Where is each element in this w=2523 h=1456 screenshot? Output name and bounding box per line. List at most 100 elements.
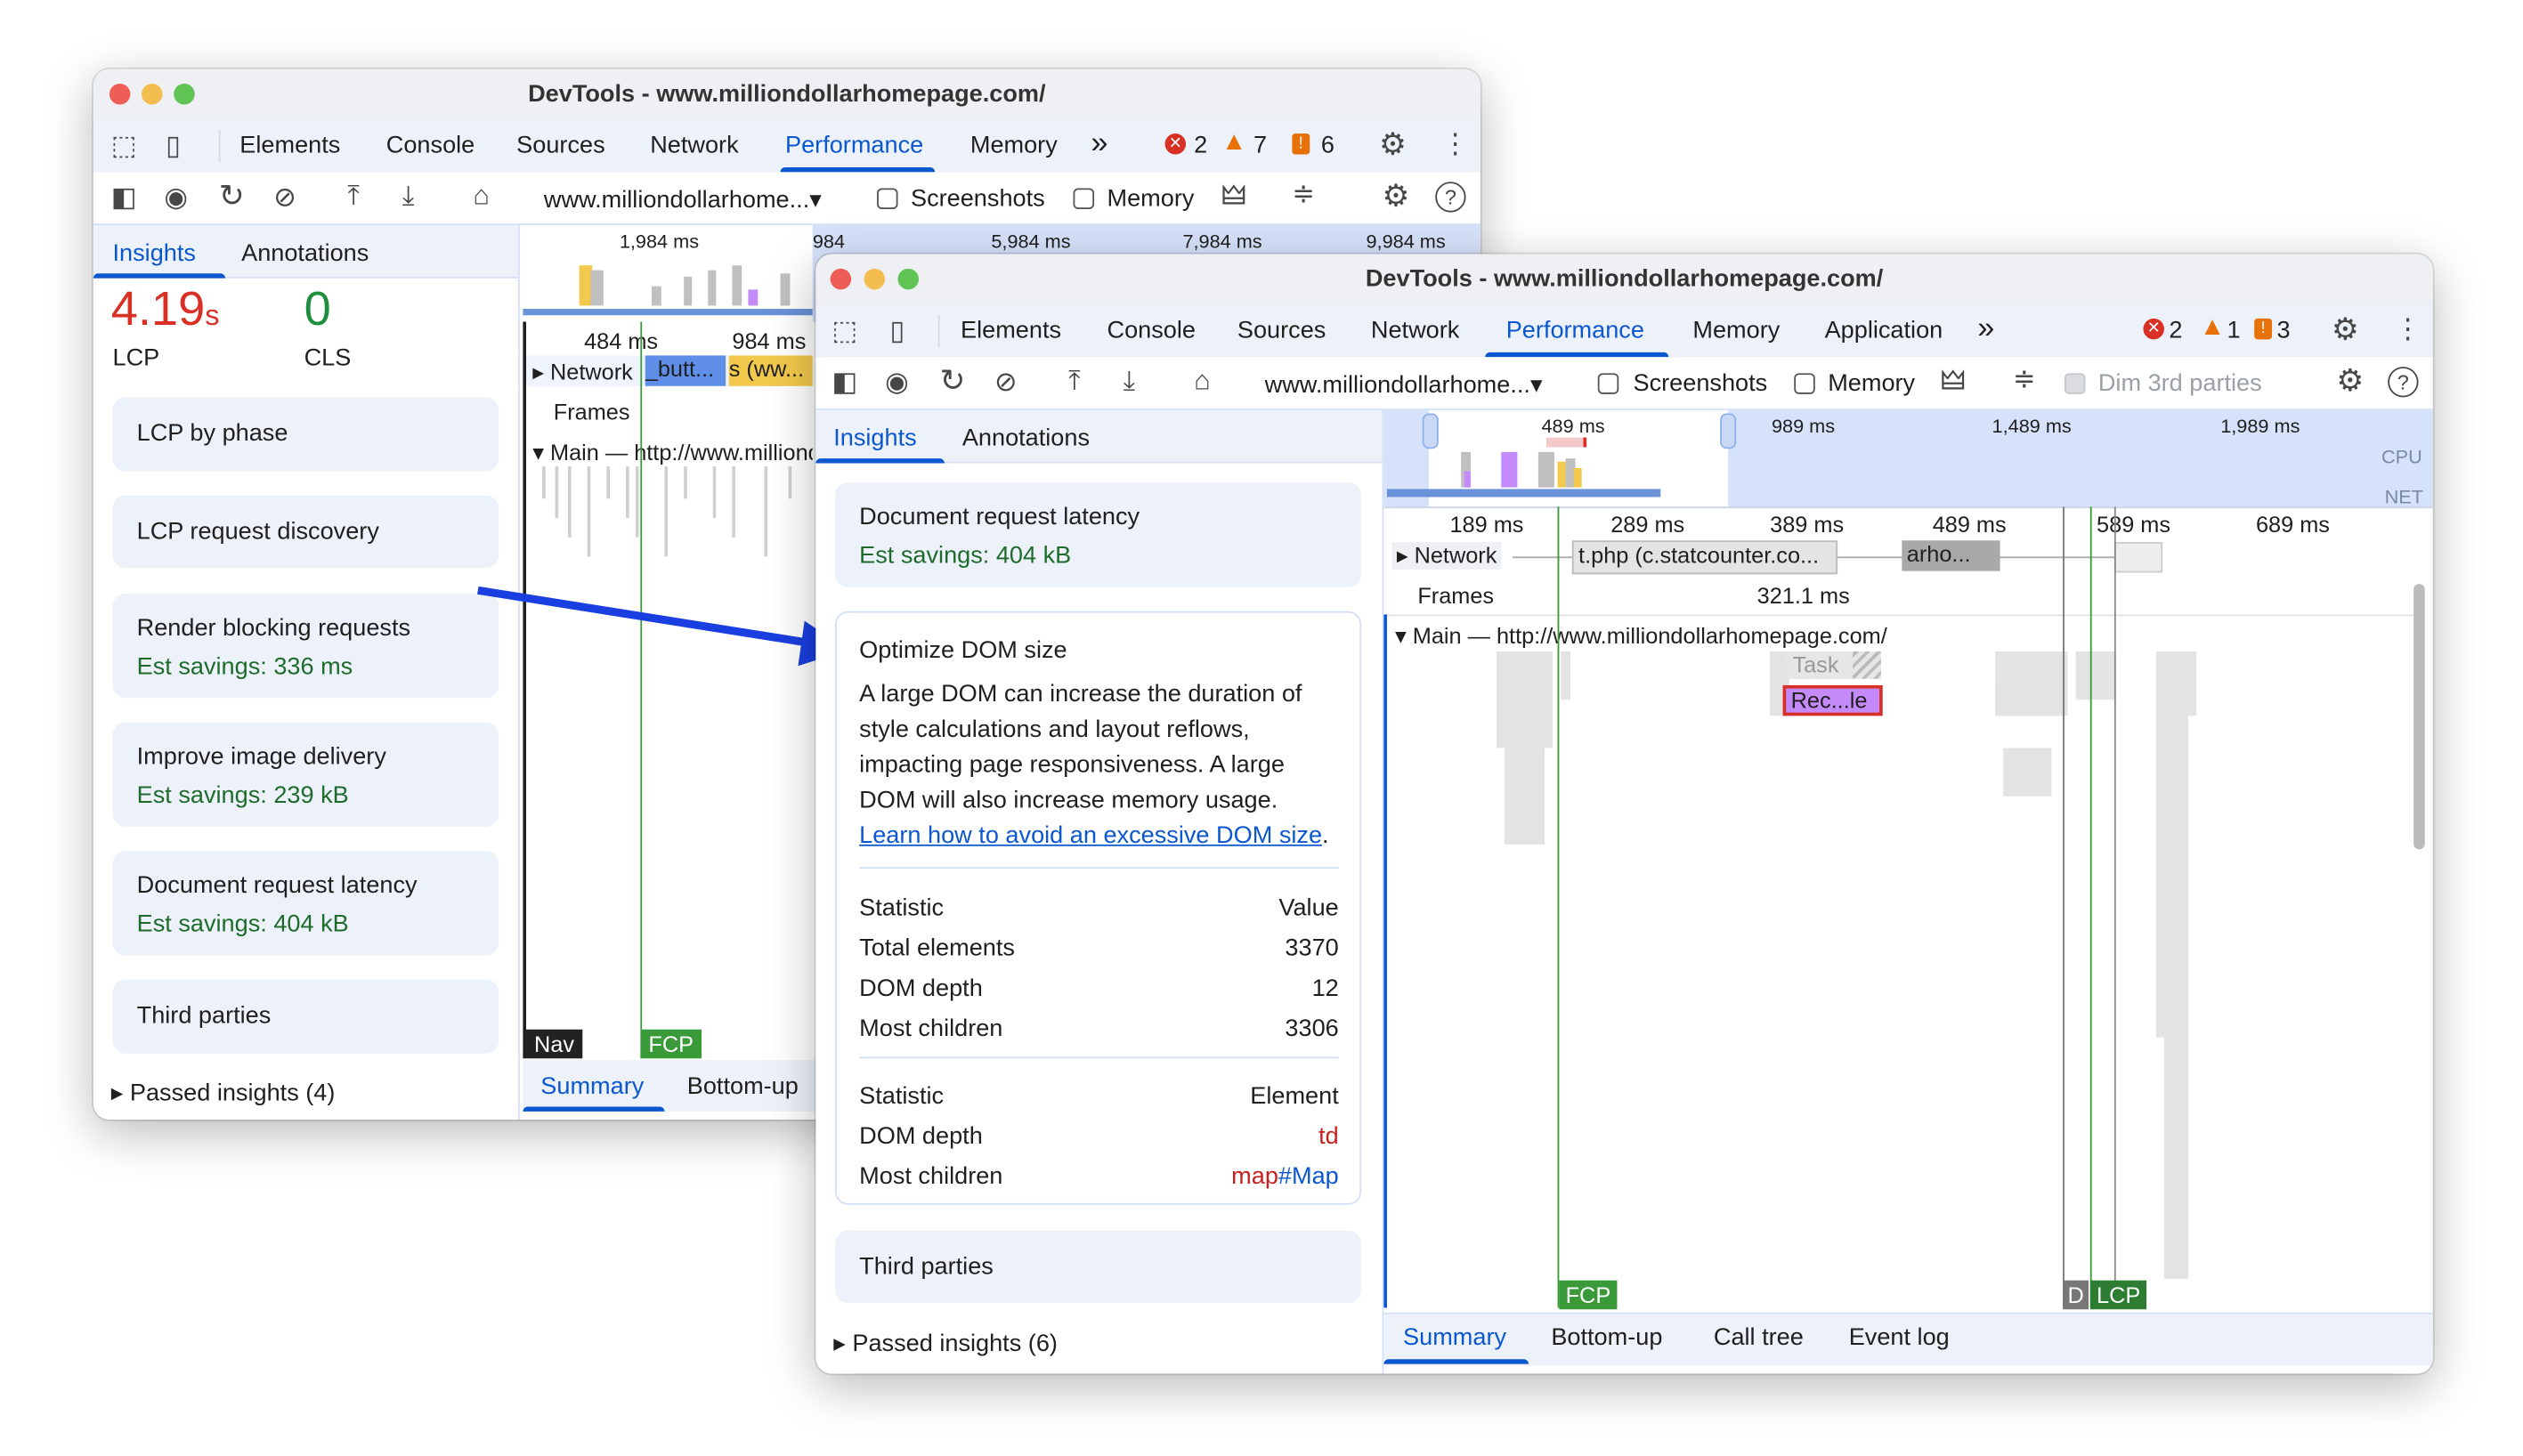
element-link[interactable]: map#Map (1231, 1157, 1339, 1197)
error-count[interactable]: 2 (2169, 317, 2182, 344)
bottom-tab-summary[interactable]: Summary (1403, 1323, 1506, 1351)
tab-application[interactable]: Application (1825, 317, 1943, 344)
activity-bar (2155, 716, 2189, 1038)
cursor-line (2113, 506, 2116, 1308)
ruler-tick: 689 ms (2255, 511, 2330, 538)
main-track-label[interactable]: ▾ Main — http://www.milliondollarhomepag… (1395, 622, 1887, 650)
divider (859, 867, 1339, 869)
error-icon: ✕ (2143, 318, 2164, 340)
reload-record-icon[interactable]: ↻ (940, 367, 966, 397)
column-header: Statistic (859, 894, 945, 922)
table-row: Most children map#Map (859, 1157, 1339, 1197)
fcp-line (1557, 506, 1560, 1308)
tab-elements[interactable]: Elements (961, 317, 1061, 344)
track-name: Network (1414, 542, 1497, 569)
divider (859, 1056, 1339, 1059)
frame-duration: 321.1 ms (1756, 582, 1850, 609)
tab-performance[interactable]: Performance (1506, 317, 1644, 344)
net-label: NET (2384, 485, 2423, 509)
lcp-marker[interactable]: LCP (2089, 1280, 2147, 1310)
issue-count[interactable]: 3 (2276, 317, 2290, 344)
cell: 3370 (1285, 934, 1339, 962)
memory-checkbox[interactable] (1794, 373, 1815, 394)
learn-more-link[interactable]: Learn how to avoid an excessive DOM size (859, 822, 1322, 850)
insight-third-parties[interactable]: Third parties (835, 1230, 1362, 1303)
dcl-marker[interactable]: D (2063, 1280, 2089, 1310)
cpu-activity-chart (1429, 442, 1728, 488)
task-event[interactable]: Task (1786, 651, 1881, 679)
device-toolbar-icon[interactable]: ▯ (889, 317, 905, 344)
insight-optimize-dom-size: Optimize DOM size A large DOM can increa… (835, 611, 1362, 1205)
clear-icon[interactable]: ⊘ (994, 368, 1018, 396)
settings-gear-icon[interactable]: ⚙ (2332, 315, 2359, 345)
recording-select[interactable]: www.milliondollarhome...▾ (1265, 370, 1543, 400)
column-header: Value (1278, 894, 1339, 922)
sidebar-tab-annotations[interactable]: Annotations (962, 425, 1090, 452)
garbage-collect-icon[interactable]: 🜲 (1941, 367, 1966, 394)
network-track-label[interactable]: ▸ Network (1391, 542, 1502, 570)
toggle-sidebar-icon[interactable]: ◧ (832, 368, 857, 396)
fcp-marker[interactable]: FCP (1559, 1280, 1618, 1310)
description-text: A large DOM can increase the duration of… (859, 680, 1302, 814)
divider (937, 315, 940, 348)
download-icon[interactable]: ⤓ (1124, 367, 1136, 394)
passed-insights-label: Passed insights (6) (852, 1330, 1058, 1358)
collapse-tracks-icon[interactable]: ≑ (2013, 365, 2036, 392)
recalc-style-event[interactable]: Rec...le (1782, 684, 1883, 716)
ruler-tick: 489 ms (1932, 511, 2007, 538)
sidebar-tab-insights[interactable]: Insights (833, 425, 916, 452)
panel-tabs: ⬚ ▯ Elements Console Sources Network Per… (815, 303, 2433, 360)
tab-sources[interactable]: Sources (1237, 317, 1326, 344)
column-header: Element (1250, 1082, 1339, 1111)
home-icon[interactable]: ⌂ (1194, 367, 1211, 394)
flame-chart[interactable] (1383, 651, 2413, 1295)
ruler-tick: 189 ms (1449, 511, 1524, 538)
bottom-active-indicator (1383, 1359, 1529, 1364)
title-bar: DevTools - www.milliondollarhomepage.com… (815, 254, 2433, 306)
activity-bar (1557, 461, 1566, 488)
warning-count[interactable]: 1 (2227, 317, 2240, 344)
ruler-tick: 389 ms (1770, 511, 1845, 538)
network-request[interactable]: t.php (c.statcounter.co... (1571, 540, 1838, 575)
dcl-line (2063, 506, 2065, 1308)
help-icon[interactable]: ? (2388, 367, 2419, 398)
element-tag: map (1231, 1162, 1278, 1191)
overview-net-bar (1386, 489, 1661, 497)
inspect-element-icon[interactable]: ⬚ (832, 317, 857, 344)
dim-third-parties-checkbox[interactable] (2064, 373, 2086, 394)
record-icon[interactable]: ◉ (885, 368, 909, 396)
insight-title: Third parties (859, 1252, 994, 1281)
element-link[interactable]: td (1318, 1116, 1339, 1156)
network-request[interactable]: arho... (1902, 540, 2000, 571)
table-row: Total elements 3370 (859, 928, 1339, 968)
more-options-icon[interactable]: ⋮ (2394, 315, 2422, 343)
screenshots-checkbox[interactable] (1597, 373, 1619, 394)
network-request[interactable] (2113, 542, 2163, 573)
dim-third-parties-label: Dim 3rd parties (2097, 369, 2262, 398)
activity-bar (1464, 471, 1471, 488)
insight-document-latency[interactable]: Document request latency Est savings: 404… (835, 482, 1362, 587)
upload-icon[interactable]: ⤒ (1068, 367, 1081, 394)
timeline-area: 489 ms 989 ms 1,489 ms 1,989 ms CPU NET … (1383, 409, 2433, 1374)
cell: 3306 (1285, 1015, 1339, 1043)
insight-title[interactable]: Optimize DOM size (859, 637, 1067, 665)
passed-insights-toggle[interactable]: ▸ Passed insights (6) (833, 1329, 1058, 1358)
vertical-scrollbar[interactable] (2413, 584, 2425, 850)
sidebar-active-indicator (815, 458, 945, 464)
column-header: Statistic (859, 1082, 945, 1111)
bottom-tab-call-tree[interactable]: Call tree (1714, 1323, 1804, 1351)
ruler-tick: 289 ms (1610, 511, 1685, 538)
bottom-tab-event-log[interactable]: Event log (1849, 1323, 1950, 1351)
tab-network[interactable]: Network (1371, 317, 1459, 344)
capture-settings-gear-icon[interactable]: ⚙ (2336, 367, 2364, 397)
activity-bar (2155, 651, 2197, 716)
tab-console[interactable]: Console (1107, 317, 1195, 344)
table-row: DOM depth td (859, 1116, 1339, 1156)
lcp-line (2089, 506, 2092, 1308)
bottom-tab-bottom-up[interactable]: Bottom-up (1551, 1323, 1662, 1351)
table-header: Statistic Element (859, 1076, 1339, 1116)
cpu-label: CPU (2381, 445, 2422, 468)
tab-memory[interactable]: Memory (1692, 317, 1780, 344)
frames-track-label[interactable]: Frames (1417, 582, 1494, 608)
more-tabs-button[interactable]: » (1977, 312, 1994, 348)
